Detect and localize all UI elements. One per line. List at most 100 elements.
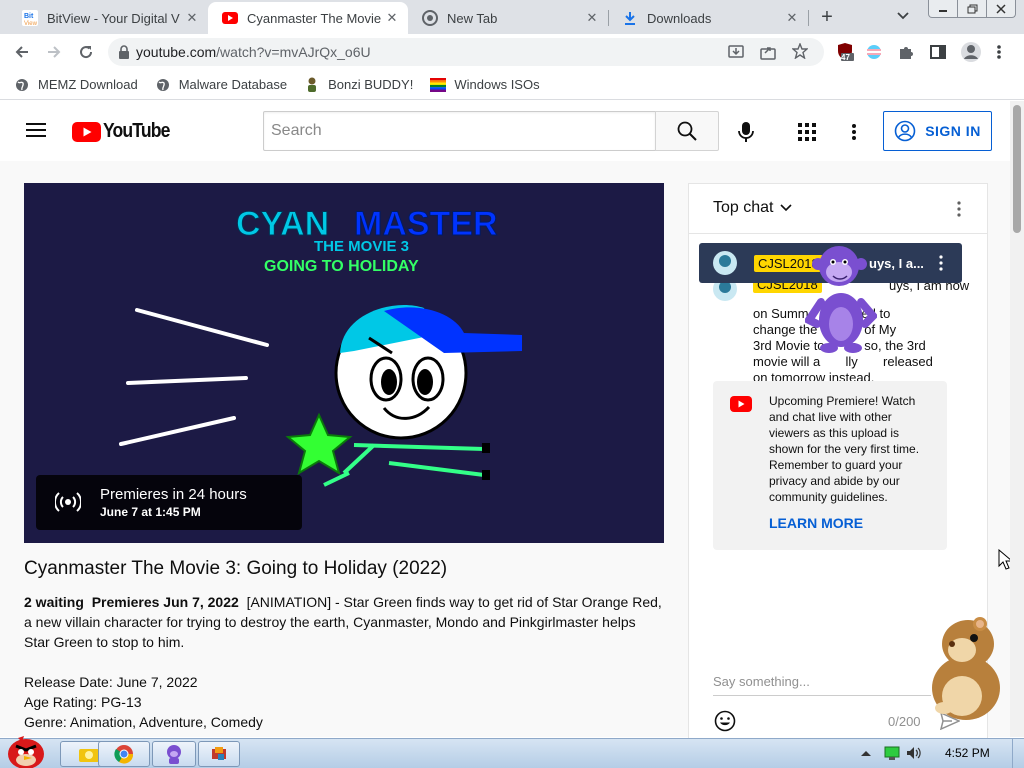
char-counter: 0/200 bbox=[888, 714, 921, 729]
tab-downloads[interactable]: Downloads ✕ bbox=[608, 2, 808, 34]
close-tab-icon[interactable]: ✕ bbox=[584, 10, 600, 26]
hamster-desktop-pet[interactable] bbox=[922, 614, 1008, 722]
lock-icon[interactable] bbox=[118, 45, 130, 59]
apps-grid-icon[interactable] bbox=[798, 123, 816, 141]
ublock-extension-icon[interactable]: 47 bbox=[836, 42, 854, 62]
browser-toolbar: youtube.com/watch?v=mvAJrQx_o6U 47 bbox=[0, 34, 1024, 70]
start-button-angry-bird-icon[interactable] bbox=[4, 732, 48, 768]
search-icon bbox=[677, 121, 697, 141]
search-button[interactable] bbox=[655, 111, 719, 151]
youtube-icon bbox=[730, 396, 752, 412]
taskbar-bonzi-button[interactable] bbox=[152, 741, 196, 767]
extension-badge: 47 bbox=[841, 53, 850, 62]
premiere-countdown-badge: Premieres in 24 hours June 7 at 1:45 PM bbox=[36, 475, 302, 530]
thumb-title-holiday: GOING TO HOLIDAY bbox=[264, 258, 419, 275]
account-icon bbox=[894, 120, 916, 142]
premiere-date: June 7 at 1:45 PM bbox=[100, 505, 201, 519]
bonzi-buddy-mascot[interactable] bbox=[805, 240, 877, 354]
extensions-puzzle-icon[interactable] bbox=[898, 44, 914, 60]
bookmark-memz[interactable]: MEMZ Download bbox=[14, 77, 138, 93]
bookmark-star-icon[interactable] bbox=[792, 43, 808, 59]
url-host: youtube.com bbox=[136, 44, 217, 60]
chat-more-icon[interactable] bbox=[956, 201, 962, 217]
search-input[interactable]: Search bbox=[263, 111, 656, 151]
premiere-title: Premieres in 24 hours bbox=[100, 486, 247, 503]
taskbar-app-button[interactable] bbox=[198, 741, 240, 767]
settings-menu-icon[interactable] bbox=[851, 123, 857, 141]
bitview-icon: Bit View bbox=[22, 10, 38, 26]
description-body: 2 waiting Premieres Jun 7, 2022 [ANIMATI… bbox=[24, 592, 664, 652]
windows-taskbar: 4:52 PM bbox=[0, 736, 1024, 768]
pride-extension-icon[interactable] bbox=[866, 44, 882, 60]
paint-icon bbox=[212, 747, 226, 760]
emoji-icon[interactable] bbox=[714, 710, 736, 732]
tab-youtube[interactable]: Cyanmaster The Movie ✕ bbox=[208, 2, 408, 34]
reload-icon[interactable] bbox=[74, 40, 98, 64]
bookmarks-bar: MEMZ Download Malware Database Bonzi BUD… bbox=[0, 70, 1024, 100]
tab-bitview[interactable]: Bit View BitView - Your Digital V ✕ bbox=[8, 2, 208, 34]
chrome-icon bbox=[422, 10, 438, 26]
scrollbar-thumb[interactable] bbox=[1013, 105, 1021, 233]
close-tab-icon[interactable]: ✕ bbox=[784, 10, 800, 26]
close-window-button[interactable] bbox=[987, 0, 1015, 17]
bonzi-icon bbox=[167, 745, 181, 764]
globe-icon bbox=[14, 77, 30, 93]
youtube-play-icon bbox=[72, 121, 101, 142]
video-title: Cyanmaster The Movie 3: Going to Holiday… bbox=[24, 558, 448, 579]
globe-icon bbox=[155, 77, 171, 93]
tab-new-tab[interactable]: New Tab ✕ bbox=[408, 2, 608, 34]
learn-more-link[interactable]: LEARN MORE bbox=[769, 515, 863, 531]
video-description: 2 waiting Premieres Jun 7, 2022 [ANIMATI… bbox=[24, 592, 664, 732]
back-icon[interactable] bbox=[10, 40, 34, 64]
tab-title: Downloads bbox=[647, 10, 712, 26]
close-tab-icon[interactable]: ✕ bbox=[184, 10, 200, 26]
chevron-down-icon bbox=[780, 204, 793, 212]
show-hidden-icons-icon[interactable] bbox=[860, 748, 872, 758]
tab-search-icon[interactable] bbox=[896, 8, 914, 26]
forward-icon[interactable] bbox=[42, 40, 66, 64]
pinned-more-icon[interactable] bbox=[938, 255, 944, 271]
chrome-icon bbox=[114, 745, 134, 764]
premiere-date-label: Premieres Jun 7, 2022 bbox=[91, 594, 239, 610]
bookmark-label: MEMZ Download bbox=[38, 77, 138, 92]
close-tab-icon[interactable]: ✕ bbox=[384, 10, 400, 26]
pinned-avatar bbox=[713, 251, 737, 275]
bookmark-malware-database[interactable]: Malware Database bbox=[155, 77, 287, 93]
address-bar[interactable]: youtube.com/watch?v=mvAJrQx_o6U bbox=[108, 38, 824, 66]
volume-icon[interactable] bbox=[906, 746, 922, 760]
premiere-notice-text: Upcoming Premiere! Watch and chat live w… bbox=[769, 394, 920, 504]
bookmark-label: Malware Database bbox=[178, 77, 288, 92]
page-scrollbar[interactable] bbox=[1010, 101, 1024, 737]
install-app-icon[interactable] bbox=[728, 44, 744, 60]
restore-button[interactable] bbox=[958, 0, 987, 17]
thumb-title-movie: THE MOVIE 3 bbox=[314, 238, 409, 255]
taskbar-chrome-button[interactable] bbox=[98, 741, 150, 767]
browser-menu-icon[interactable] bbox=[996, 44, 1002, 60]
youtube-logo[interactable]: YouTube bbox=[72, 120, 179, 143]
sign-in-button[interactable]: SIGN IN bbox=[883, 111, 992, 151]
age-rating: Age Rating: PG-13 bbox=[24, 694, 142, 710]
svg-text:View: View bbox=[24, 21, 38, 26]
profile-avatar-icon[interactable] bbox=[960, 41, 982, 63]
broadcast-icon bbox=[55, 491, 81, 513]
side-panel-icon[interactable] bbox=[930, 44, 946, 60]
tab-strip: Bit View BitView - Your Digital V ✕ Cyanm… bbox=[0, 0, 1024, 34]
hamburger-menu-icon[interactable] bbox=[26, 122, 46, 138]
chat-input[interactable]: Say something... bbox=[713, 674, 931, 696]
youtube-header: YouTube Search SIGN IN bbox=[0, 101, 1010, 161]
window-controls bbox=[928, 0, 1016, 18]
taskbar-clock[interactable]: 4:52 PM bbox=[945, 746, 990, 760]
minimize-button[interactable] bbox=[929, 0, 958, 17]
bookmark-bonzi-buddy[interactable]: Bonzi BUDDY! bbox=[304, 77, 413, 93]
show-desktop-button[interactable] bbox=[1012, 739, 1024, 768]
network-icon[interactable] bbox=[884, 746, 900, 760]
new-tab-button[interactable]: + bbox=[816, 6, 838, 28]
bonzi-icon bbox=[304, 77, 320, 93]
bookmark-label: Bonzi BUDDY! bbox=[328, 77, 414, 92]
bookmark-windows-isos[interactable]: Windows ISOs bbox=[430, 77, 540, 93]
waiting-count: 2 waiting bbox=[24, 594, 84, 610]
top-chat-dropdown[interactable]: Top chat bbox=[713, 199, 793, 217]
share-icon[interactable] bbox=[760, 44, 776, 60]
folder-icon bbox=[79, 749, 99, 762]
voice-search-icon[interactable] bbox=[738, 121, 754, 143]
